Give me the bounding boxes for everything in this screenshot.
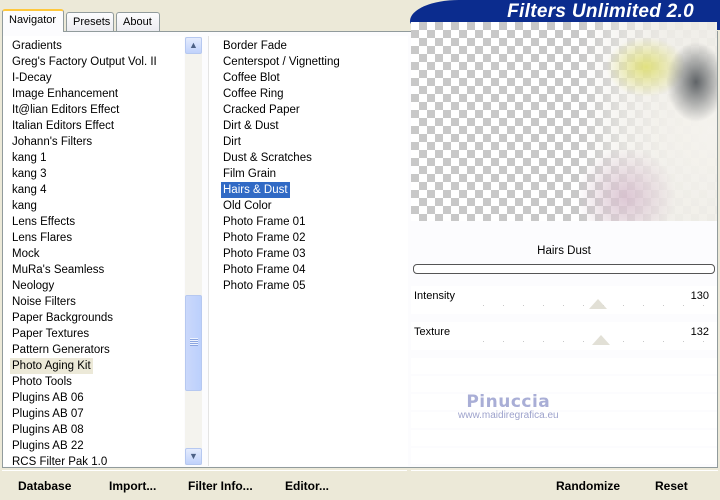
category-item[interactable]: It@lian Editors Effect xyxy=(10,102,121,118)
category-item[interactable]: I-Decay xyxy=(10,70,54,86)
filter-item[interactable]: Cracked Paper xyxy=(221,102,302,118)
slider-thumb[interactable] xyxy=(589,299,608,309)
category-item[interactable]: RCS Filter Pak 1.0 xyxy=(10,454,109,470)
slider-value: 130 xyxy=(690,290,709,302)
empty-control-row xyxy=(411,448,717,464)
filter-item[interactable]: Film Grain xyxy=(221,166,278,182)
category-item[interactable]: Pattern Generators xyxy=(10,342,112,358)
slider-intensity[interactable]: Intensity 130 xyxy=(411,286,717,314)
randomize-button[interactable]: Randomize xyxy=(556,479,620,493)
category-list[interactable]: Gradients Greg's Factory Output Vol. II I-… xyxy=(3,36,184,468)
category-item[interactable]: kang 4 xyxy=(10,182,49,198)
scroll-down-button[interactable]: ▼ xyxy=(185,448,202,465)
category-item[interactable]: Photo Tools xyxy=(10,374,74,390)
chevron-down-icon: ▼ xyxy=(189,451,198,461)
scroll-up-button[interactable]: ▲ xyxy=(185,37,202,54)
category-item[interactable]: Lens Effects xyxy=(10,214,77,230)
tab-navigator[interactable]: Navigator xyxy=(2,9,64,32)
category-item[interactable]: Paper Textures xyxy=(10,326,91,342)
filter-item[interactable]: Dust & Scratches xyxy=(221,150,314,166)
slider-value: 132 xyxy=(690,326,709,338)
bottom-right-toolbar: Randomize Reset xyxy=(411,470,718,498)
slider-thumb[interactable] xyxy=(591,335,610,345)
category-item[interactable]: Plugins AB 22 xyxy=(10,438,86,454)
bottom-toolbar: Database Import... Filter Info... Editor… xyxy=(0,470,720,500)
filter-item[interactable]: Photo Frame 04 xyxy=(221,262,307,278)
category-scrollbar[interactable]: ▲ ▼ xyxy=(185,37,202,465)
filter-info-button[interactable]: Filter Info... xyxy=(188,479,253,493)
scroll-thumb[interactable] xyxy=(185,295,202,391)
empty-control-row xyxy=(411,358,717,374)
slider-texture[interactable]: Texture 132 xyxy=(411,322,717,350)
category-item[interactable]: Italian Editors Effect xyxy=(10,118,116,134)
filter-item[interactable]: Dirt xyxy=(221,134,243,150)
filter-item[interactable]: Coffee Ring xyxy=(221,86,286,102)
editor-button[interactable]: Editor... xyxy=(285,479,329,493)
filter-item[interactable]: Old Color xyxy=(221,198,274,214)
filter-item[interactable]: Photo Frame 02 xyxy=(221,230,307,246)
category-item[interactable]: Photo Aging Kit xyxy=(10,358,93,374)
filter-item[interactable]: Dirt & Dust xyxy=(221,118,281,134)
category-item[interactable]: Neology xyxy=(10,278,56,294)
filter-item[interactable]: Photo Frame 03 xyxy=(221,246,307,262)
filter-item[interactable]: Photo Frame 01 xyxy=(221,214,307,230)
slider-label: Texture xyxy=(414,326,451,338)
empty-control-row xyxy=(411,412,717,428)
filter-item[interactable]: Photo Frame 05 xyxy=(221,278,307,294)
category-item[interactable]: MuRa's Seamless xyxy=(10,262,106,278)
preview-image xyxy=(411,22,717,221)
reset-button[interactable]: Reset xyxy=(655,479,688,493)
category-item[interactable]: Plugins AB 07 xyxy=(10,406,86,422)
filter-item[interactable]: Hairs & Dust xyxy=(221,182,290,198)
preview-texture xyxy=(411,22,717,221)
bottom-left-toolbar: Database Import... Filter Info... Editor… xyxy=(2,470,407,498)
empty-control-row xyxy=(411,376,717,392)
empty-control-row xyxy=(411,430,717,446)
import-button[interactable]: Import... xyxy=(109,479,156,493)
grip-icon xyxy=(190,338,198,346)
filter-list[interactable]: Border Fade Centerspot / Vignetting Coffee… xyxy=(208,36,408,466)
category-item[interactable]: kang xyxy=(10,198,39,214)
category-item[interactable]: Plugins AB 06 xyxy=(10,390,86,406)
current-filter-name: Hairs Dust xyxy=(537,245,591,257)
category-item[interactable]: Image Enhancement xyxy=(10,86,120,102)
filter-item[interactable]: Coffee Blot xyxy=(221,70,282,86)
category-item[interactable]: Greg's Factory Output Vol. II xyxy=(10,54,159,70)
category-item[interactable]: kang 3 xyxy=(10,166,49,182)
progress-bar xyxy=(413,264,715,274)
category-item[interactable]: Mock xyxy=(10,246,41,262)
tab-about[interactable]: About xyxy=(116,12,160,31)
database-button[interactable]: Database xyxy=(18,479,71,493)
filter-item[interactable]: Border Fade xyxy=(221,38,289,54)
category-item[interactable]: Johann's Filters xyxy=(10,134,94,150)
category-item[interactable]: Noise Filters xyxy=(10,294,78,310)
category-item[interactable]: Paper Backgrounds xyxy=(10,310,115,326)
chevron-up-icon: ▲ xyxy=(189,40,198,50)
category-item[interactable]: Plugins AB 08 xyxy=(10,422,86,438)
filter-item[interactable]: Centerspot / Vignetting xyxy=(221,54,342,70)
slider-label: Intensity xyxy=(414,290,455,302)
category-item[interactable]: Gradients xyxy=(10,38,64,54)
tab-presets[interactable]: Presets xyxy=(66,12,114,31)
empty-control-row xyxy=(411,394,717,410)
category-item[interactable]: Lens Flares xyxy=(10,230,74,246)
category-item[interactable]: kang 1 xyxy=(10,150,49,166)
